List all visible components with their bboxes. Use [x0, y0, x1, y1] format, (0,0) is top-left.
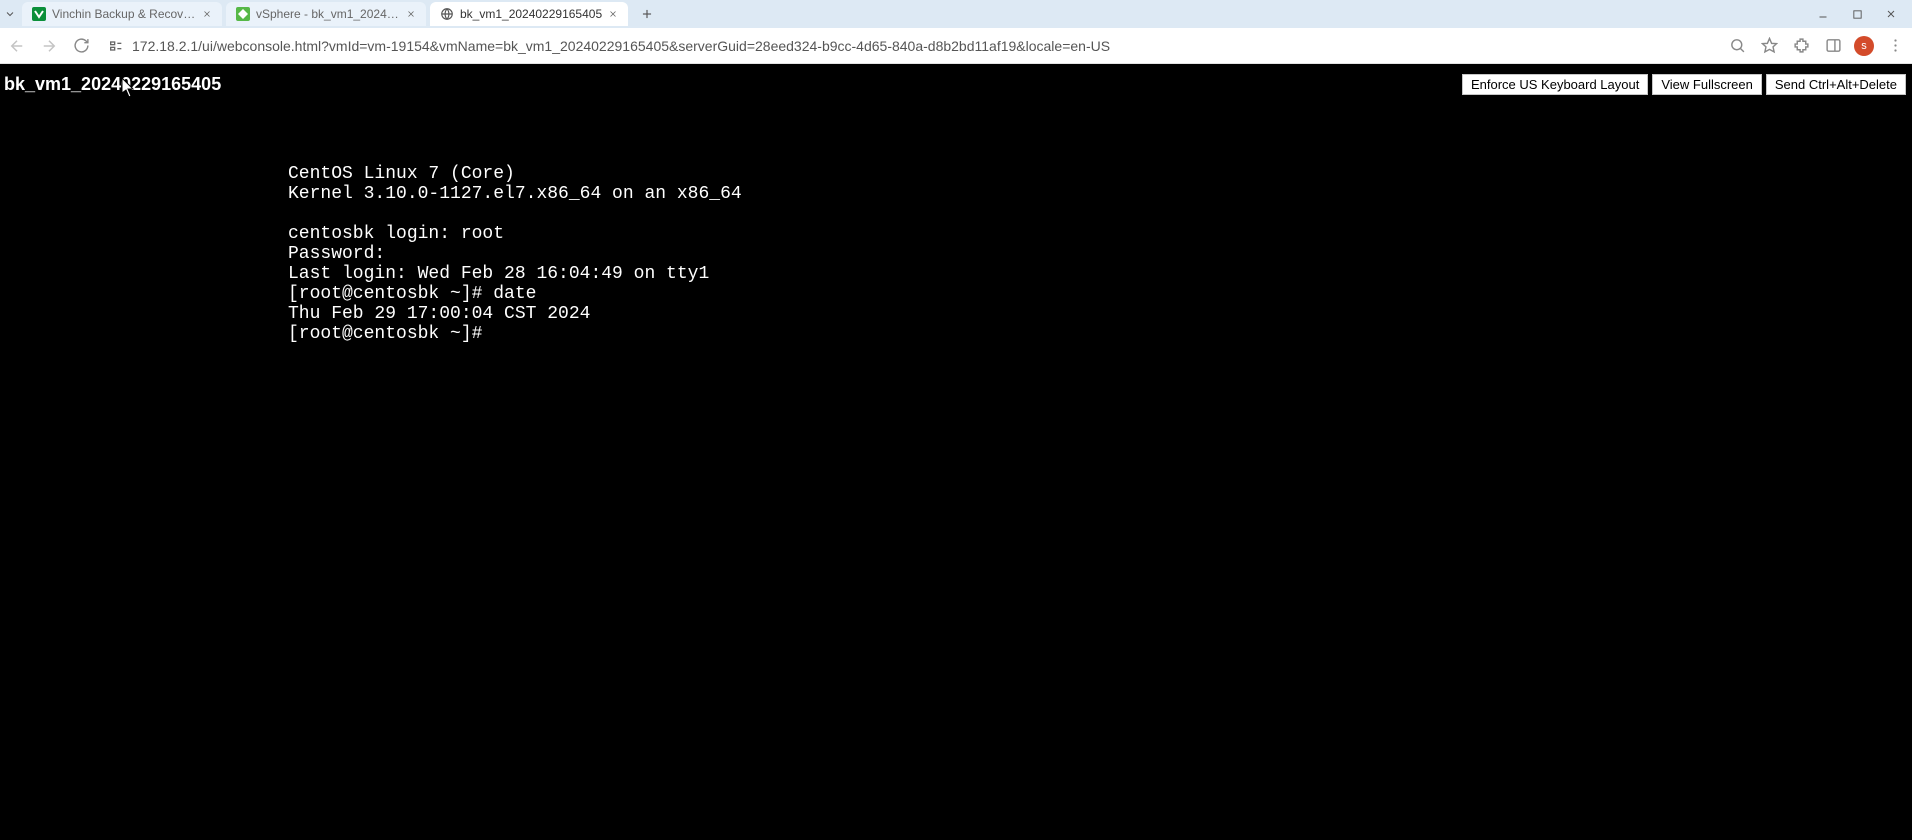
maximize-icon: [1852, 9, 1863, 20]
tab-title: vSphere - bk_vm1_20240229: [256, 7, 400, 21]
vsphere-favicon-icon: [236, 7, 250, 21]
address-bar: 172.18.2.1/ui/webconsole.html?vmId=vm-19…: [0, 28, 1912, 64]
terminal-line: Password:: [288, 244, 385, 264]
tab-overview-chevron[interactable]: [4, 8, 22, 20]
profile-avatar[interactable]: s: [1854, 36, 1874, 56]
terminal-line: Kernel 3.10.0-1127.el7.x86_64 on an x86_…: [288, 184, 742, 204]
extensions-button[interactable]: [1790, 35, 1812, 57]
terminal-line: Thu Feb 29 17:00:04 CST 2024: [288, 304, 590, 324]
arrow-left-icon: [8, 37, 26, 55]
window-minimize-button[interactable]: [1806, 0, 1840, 28]
minimize-icon: [1817, 8, 1829, 20]
send-ctrl-alt-delete-button[interactable]: Send Ctrl+Alt+Delete: [1766, 74, 1906, 95]
puzzle-icon: [1793, 37, 1810, 54]
chevron-down-icon: [4, 8, 16, 20]
view-fullscreen-button[interactable]: View Fullscreen: [1652, 74, 1762, 95]
enforce-us-layout-button[interactable]: Enforce US Keyboard Layout: [1462, 74, 1648, 95]
vinchin-favicon-icon: [32, 7, 46, 21]
reload-icon: [73, 37, 90, 54]
site-settings-icon[interactable]: [108, 38, 124, 54]
terminal-line: [root@centosbk ~]# date: [288, 284, 536, 304]
side-panel-button[interactable]: [1822, 35, 1844, 57]
tab-close-button[interactable]: [406, 9, 416, 19]
console-vm-title: bk_vm1_20240229165405: [4, 74, 221, 95]
window-close-button[interactable]: [1874, 0, 1908, 28]
tab-close-button[interactable]: [608, 9, 618, 19]
plus-icon: [640, 7, 654, 21]
dots-vertical-icon: [1887, 37, 1904, 54]
new-tab-button[interactable]: [636, 3, 658, 25]
arrow-right-icon: [40, 37, 58, 55]
zoom-button[interactable]: [1726, 35, 1748, 57]
terminal-line: Last login: Wed Feb 28 16:04:49 on tty1: [288, 264, 709, 284]
close-icon: [608, 9, 618, 19]
nav-reload-button[interactable]: [70, 35, 92, 57]
browser-tab-1[interactable]: vSphere - bk_vm1_20240229: [226, 2, 426, 26]
terminal-line: CentOS Linux 7 (Core): [288, 164, 515, 184]
chrome-menu-button[interactable]: [1884, 35, 1906, 57]
nav-forward-button[interactable]: [38, 35, 60, 57]
profile-letter: s: [1861, 40, 1867, 52]
close-icon: [1885, 8, 1897, 20]
tab-title: bk_vm1_20240229165405: [460, 7, 602, 21]
vm-console-area[interactable]: bk_vm1_20240229165405 Enforce US Keyboar…: [0, 64, 1912, 840]
window-maximize-button[interactable]: [1840, 0, 1874, 28]
zoom-icon: [1729, 37, 1746, 54]
address-bar-actions: s: [1726, 35, 1906, 57]
url-field[interactable]: 172.18.2.1/ui/webconsole.html?vmId=vm-19…: [102, 38, 1716, 54]
nav-back-button[interactable]: [6, 35, 28, 57]
tab-close-button[interactable]: [202, 9, 212, 19]
url-text: 172.18.2.1/ui/webconsole.html?vmId=vm-19…: [132, 38, 1110, 54]
terminal-output[interactable]: CentOS Linux 7 (Core) Kernel 3.10.0-1127…: [288, 164, 742, 344]
tab-strip: Vinchin Backup & Recovery vSphere - bk_v…: [0, 0, 1912, 28]
panel-icon: [1825, 37, 1842, 54]
bookmark-button[interactable]: [1758, 35, 1780, 57]
globe-favicon-icon: [440, 7, 454, 21]
terminal-line: [root@centosbk ~]#: [288, 324, 493, 344]
close-icon: [406, 9, 416, 19]
close-icon: [202, 9, 212, 19]
console-toolbar: Enforce US Keyboard Layout View Fullscre…: [1462, 74, 1906, 95]
star-icon: [1761, 37, 1778, 54]
tab-title: Vinchin Backup & Recovery: [52, 7, 196, 21]
terminal-line: centosbk login: root: [288, 224, 504, 244]
browser-tab-2[interactable]: bk_vm1_20240229165405: [430, 2, 628, 26]
browser-tab-0[interactable]: Vinchin Backup & Recovery: [22, 2, 222, 26]
